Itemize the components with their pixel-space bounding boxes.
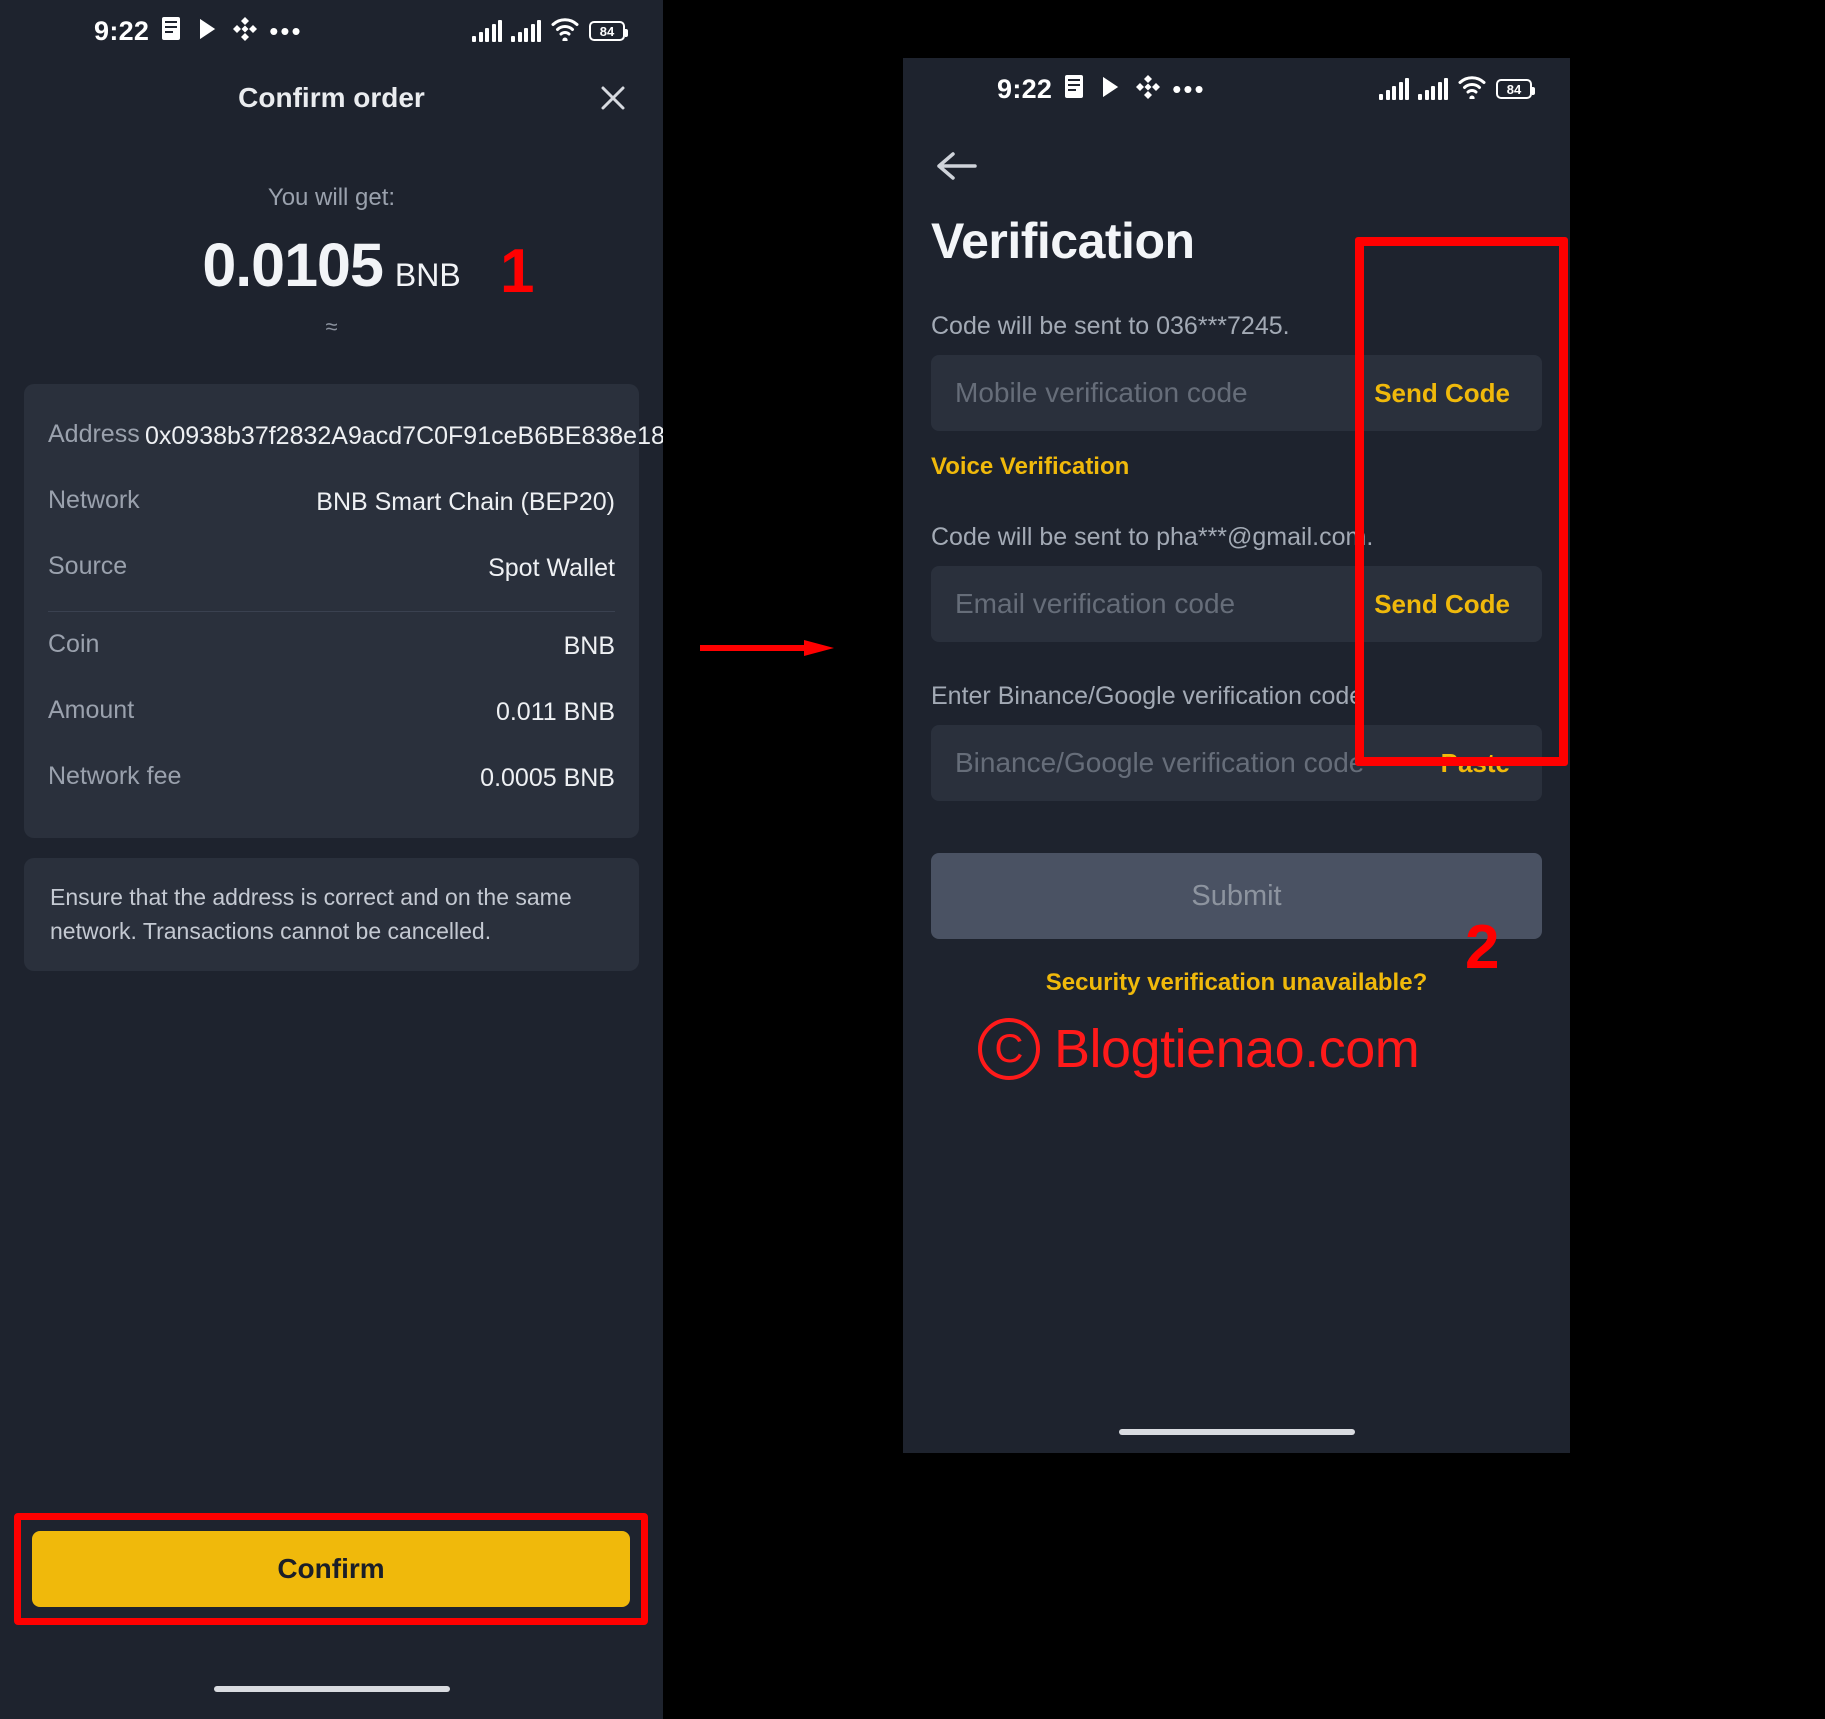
row-value: BNB Smart Chain (BEP20) bbox=[316, 487, 615, 516]
page-title: Confirm order bbox=[238, 82, 425, 113]
copyright-icon: C bbox=[978, 1018, 1040, 1080]
mobile-code-hint: Code will be sent to 036***7245. bbox=[931, 312, 1290, 340]
signal-bars-icon bbox=[511, 20, 541, 42]
signal-bars-icon bbox=[1379, 78, 1409, 100]
table-row: Network BNB Smart Chain (BEP20) bbox=[48, 470, 615, 536]
auth-code-label: Enter Binance/Google verification code bbox=[931, 682, 1364, 710]
status-bar-right-group: 84 bbox=[472, 17, 628, 46]
row-value: 0x0938b37f2832A9acd7C0F91ceB6BE838e18d44… bbox=[145, 422, 663, 450]
wifi-icon bbox=[550, 17, 580, 46]
status-bar-clock: 9:22 bbox=[94, 15, 150, 46]
table-row: Address 0x0938b37f2832A9acd7C0F91ceB6BE8… bbox=[48, 404, 663, 470]
annotation-step-2: 2 bbox=[1465, 913, 1500, 982]
confirm-button[interactable]: Confirm bbox=[32, 1531, 630, 1607]
table-row: Amount 0.011 BNB bbox=[48, 680, 615, 746]
home-indicator bbox=[1118, 1429, 1355, 1435]
divider bbox=[48, 611, 615, 613]
row-value: Spot Wallet bbox=[488, 553, 615, 582]
confirm-button-highlight: Confirm bbox=[14, 1513, 648, 1625]
row-label: Network bbox=[48, 485, 140, 514]
row-label: Address bbox=[48, 420, 140, 448]
phone-screen-verification: 9:22 ••• 84 Verification Code will be se… bbox=[903, 58, 1570, 1453]
screenshot-stage: 9:22 ••• 84 Confirm order You will get: … bbox=[0, 0, 1825, 1719]
phone-screen-confirm-order: 9:22 ••• 84 Confirm order You will get: … bbox=[0, 0, 663, 1719]
paste-button[interactable]: Paste bbox=[1409, 725, 1542, 801]
binance-icon bbox=[232, 16, 258, 47]
notes-icon bbox=[160, 16, 184, 47]
back-arrow-icon[interactable] bbox=[931, 146, 979, 194]
submit-button[interactable]: Submit bbox=[931, 853, 1542, 939]
amount-unit: BNB bbox=[394, 257, 461, 293]
status-bar-right-phone: 9:22 ••• 84 bbox=[903, 58, 1570, 120]
play-store-icon bbox=[1098, 72, 1124, 106]
address-warning-notice: Ensure that the address is correct and o… bbox=[24, 857, 639, 971]
annotation-arrow-icon bbox=[700, 640, 834, 656]
confirm-order-header: Confirm order bbox=[0, 62, 663, 134]
mobile-code-input-placeholder[interactable]: Mobile verification code bbox=[931, 377, 1248, 409]
status-bar-right-group: 84 bbox=[1379, 75, 1535, 104]
row-value: 0.011 BNB bbox=[495, 698, 615, 726]
notes-icon bbox=[1063, 74, 1087, 105]
annotation-step-1: 1 bbox=[500, 237, 535, 306]
home-indicator bbox=[213, 1686, 450, 1692]
page-title: Verification bbox=[931, 213, 1195, 269]
email-code-input-placeholder[interactable]: Email verification code bbox=[931, 588, 1235, 620]
row-label: Network fee bbox=[48, 761, 182, 790]
table-row: Source Spot Wallet bbox=[48, 536, 615, 602]
table-row: Coin BNB bbox=[48, 614, 615, 680]
send-code-button-mobile[interactable]: Send Code bbox=[1342, 355, 1542, 431]
auth-verification-field[interactable]: Binance/Google verification code Paste bbox=[931, 725, 1542, 801]
wifi-icon bbox=[1457, 75, 1487, 104]
more-dots-icon: ••• bbox=[1172, 74, 1206, 104]
signal-bars-icon bbox=[1418, 78, 1448, 100]
more-dots-icon: ••• bbox=[269, 16, 303, 46]
you-will-get-label: You will get: bbox=[267, 184, 396, 211]
email-verification-field[interactable]: Email verification code Send Code bbox=[931, 566, 1542, 642]
row-label: Amount bbox=[48, 696, 135, 724]
status-bar-left-group: 9:22 ••• bbox=[94, 14, 303, 48]
battery-icon: 84 bbox=[589, 21, 628, 41]
close-icon[interactable] bbox=[591, 76, 635, 120]
amount-value: 0.0105 bbox=[202, 231, 384, 299]
amount-display: 0.0105 BNB bbox=[0, 230, 663, 300]
play-store-icon bbox=[195, 14, 221, 48]
send-code-button-email[interactable]: Send Code bbox=[1342, 566, 1542, 642]
row-label: Coin bbox=[48, 630, 100, 659]
auth-code-input-placeholder[interactable]: Binance/Google verification code bbox=[931, 747, 1364, 779]
battery-icon: 84 bbox=[1496, 79, 1535, 99]
row-label: Source bbox=[48, 551, 128, 580]
status-bar-clock: 9:22 bbox=[997, 73, 1053, 104]
binance-icon bbox=[1135, 74, 1161, 105]
mobile-verification-field[interactable]: Mobile verification code Send Code bbox=[931, 355, 1542, 431]
watermark: C Blogtienao.com bbox=[978, 1018, 1420, 1080]
order-details-card: Address 0x0938b37f2832A9acd7C0F91ceB6BE8… bbox=[24, 384, 663, 838]
status-bar-left-phone: 9:22 ••• 84 bbox=[0, 0, 663, 62]
status-bar-left-group: 9:22 ••• bbox=[997, 72, 1206, 106]
row-value: 0.0005 BNB bbox=[480, 763, 615, 792]
signal-bars-icon bbox=[472, 20, 502, 42]
watermark-text: Blogtienao.com bbox=[1054, 1019, 1420, 1079]
email-code-hint: Code will be sent to pha***@gmail.com. bbox=[931, 523, 1374, 551]
table-row: Network fee 0.0005 BNB bbox=[48, 746, 615, 812]
voice-verification-link[interactable]: Voice Verification bbox=[931, 453, 1570, 481]
approx-symbol: ≈ bbox=[325, 314, 338, 339]
row-value: BNB bbox=[563, 632, 615, 661]
